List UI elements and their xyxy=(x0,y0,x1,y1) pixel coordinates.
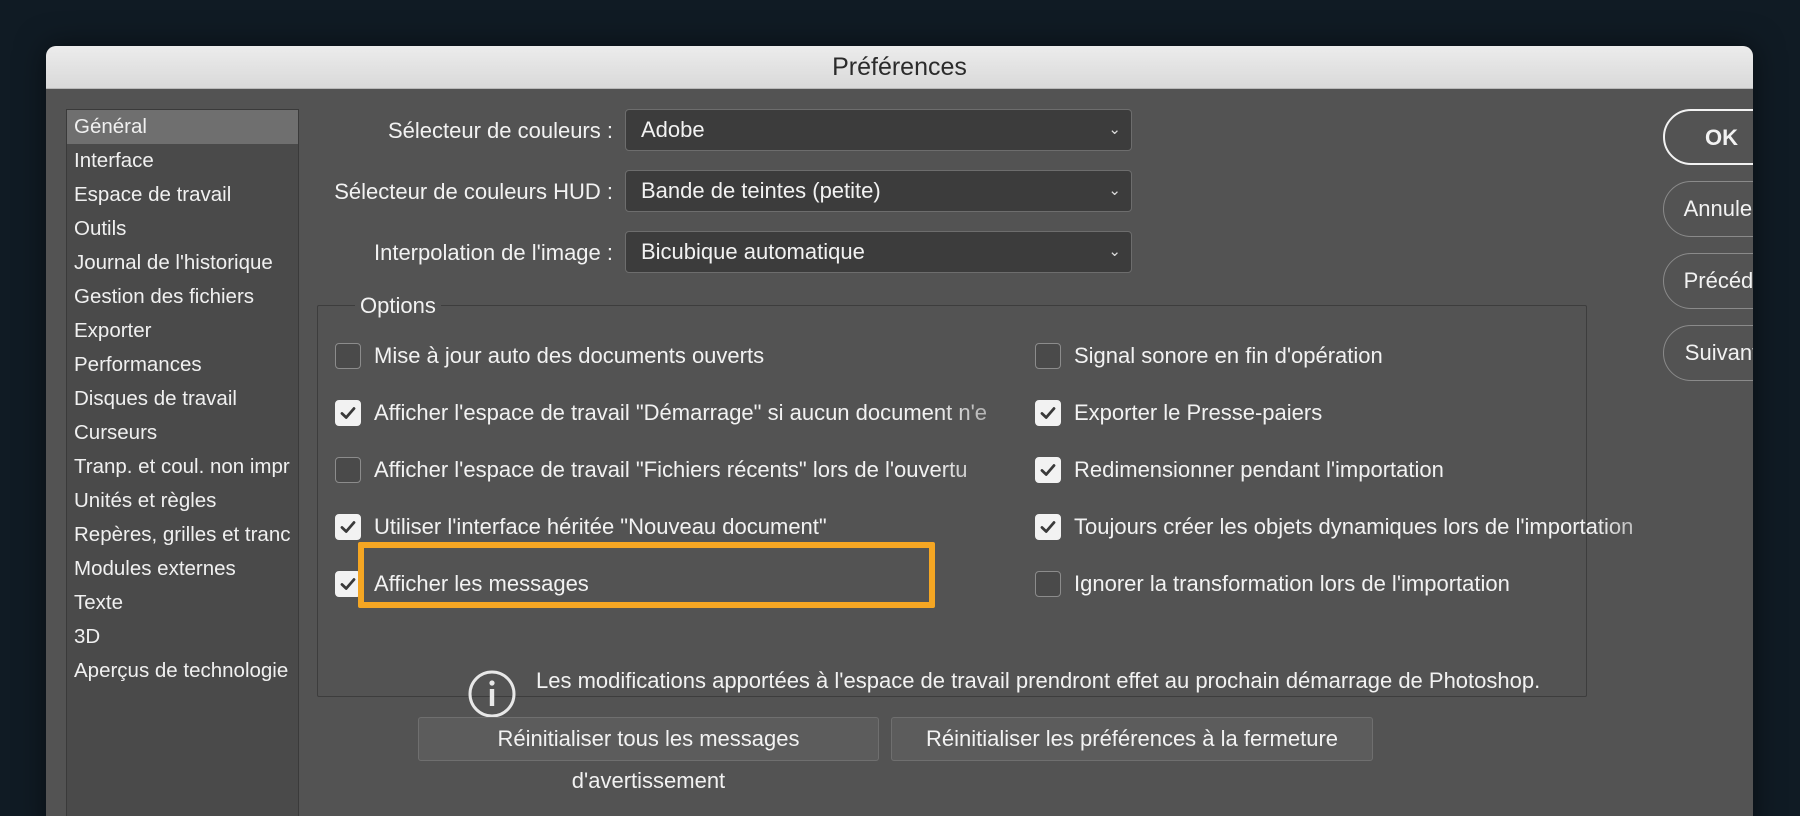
option-resize-during-place[interactable]: Redimensionner pendant l'importation xyxy=(1035,455,1635,485)
sidebar-item-units-rulers[interactable]: Unités et règles xyxy=(67,484,298,518)
option-always-create-smart-objects[interactable]: Toujours créer les objets dynamiques lor… xyxy=(1035,512,1715,542)
checkmark-icon xyxy=(1040,464,1056,476)
option-show-recent-files-workspace[interactable]: Afficher l'espace de travail "Fichiers r… xyxy=(335,455,1065,485)
sidebar-item-tools[interactable]: Outils xyxy=(67,212,298,246)
option-show-start-workspace[interactable]: Afficher l'espace de travail "Démarrage"… xyxy=(335,398,1065,428)
sidebar-item-scratch-disks[interactable]: Disques de travail xyxy=(67,382,298,416)
checkbox[interactable] xyxy=(1035,571,1061,597)
checkbox-checked[interactable] xyxy=(1035,400,1061,426)
sidebar-item-general[interactable]: Général xyxy=(67,110,298,144)
image-interpolation-value: Bicubique automatique xyxy=(641,239,865,264)
option-export-clipboard[interactable]: Exporter le Presse-paiers xyxy=(1035,398,1635,428)
color-picker-label: Sélecteur de couleurs : xyxy=(387,118,613,143)
sidebar: Général Interface Espace de travail Outi… xyxy=(66,109,299,816)
next-button[interactable]: Suivant xyxy=(1663,325,1753,381)
sidebar-item-workspace[interactable]: Espace de travail xyxy=(67,178,298,212)
sidebar-item-transparency-gamut[interactable]: Tranp. et coul. non impr xyxy=(67,450,298,484)
checkbox-checked[interactable] xyxy=(1035,457,1061,483)
info-note: Les modifications apportées à l'espace d… xyxy=(466,668,1540,720)
checkbox-checked[interactable] xyxy=(1035,514,1061,540)
previous-button[interactable]: Précéd. xyxy=(1663,253,1753,309)
sidebar-item-performance[interactable]: Performances xyxy=(67,348,298,382)
reset-preferences-button[interactable]: Réinitialiser les préférences à la ferme… xyxy=(891,717,1373,761)
option-auto-update-documents[interactable]: Mise à jour auto des documents ouverts xyxy=(335,341,935,371)
sidebar-item-technology-previews[interactable]: Aperçus de technologie xyxy=(67,654,298,688)
sidebar-item-plugins[interactable]: Modules externes xyxy=(67,552,298,586)
info-icon xyxy=(468,670,516,718)
preferences-window: Préférences Général Interface Espace de … xyxy=(46,46,1753,816)
checkmark-icon xyxy=(340,578,356,590)
sidebar-item-export[interactable]: Exporter xyxy=(67,314,298,348)
color-picker-select[interactable]: Adobe ⌄ xyxy=(625,109,1132,151)
checkbox-checked[interactable] xyxy=(335,514,361,540)
cancel-button[interactable]: Annuler xyxy=(1663,181,1753,237)
checkbox[interactable] xyxy=(335,343,361,369)
checkmark-icon xyxy=(1040,521,1056,533)
reset-warnings-button[interactable]: Réinitialiser tous les messages d'averti… xyxy=(418,717,879,793)
sidebar-item-file-handling[interactable]: Gestion des fichiers xyxy=(67,280,298,314)
color-picker-value: Adobe xyxy=(641,117,705,142)
checkmark-icon xyxy=(340,407,356,419)
sidebar-item-guides-grid-slices[interactable]: Repères, grilles et tranc xyxy=(67,518,298,552)
checkbox-checked[interactable] xyxy=(335,400,361,426)
ok-button[interactable]: OK xyxy=(1663,109,1753,165)
sidebar-item-interface[interactable]: Interface xyxy=(67,144,298,178)
checkmark-icon xyxy=(1040,407,1056,419)
chevron-down-icon: ⌄ xyxy=(1108,243,1121,260)
checkmark-icon xyxy=(340,521,356,533)
highlight-box xyxy=(358,542,935,608)
chevron-down-icon: ⌄ xyxy=(1108,182,1121,199)
sidebar-item-history-log[interactable]: Journal de l'historique xyxy=(67,246,298,280)
option-beep-when-done[interactable]: Signal sonore en fin d'opération xyxy=(1035,341,1635,371)
option-legacy-new-document[interactable]: Utiliser l'interface héritée "Nouveau do… xyxy=(335,512,935,542)
checkbox[interactable] xyxy=(1035,343,1061,369)
chevron-down-icon: ⌄ xyxy=(1108,121,1121,138)
hud-color-picker-value: Bande de teintes (petite) xyxy=(641,178,881,203)
sidebar-item-cursors[interactable]: Curseurs xyxy=(67,416,298,450)
hud-color-picker-label: Sélecteur de couleurs HUD : xyxy=(334,179,613,204)
options-group-title: Options xyxy=(355,293,441,319)
hud-color-picker-select[interactable]: Bande de teintes (petite) ⌄ xyxy=(625,170,1132,212)
sidebar-item-type[interactable]: Texte xyxy=(67,586,298,620)
checkbox[interactable] xyxy=(335,457,361,483)
info-message: Les modifications apportées à l'espace d… xyxy=(536,668,1541,693)
image-interpolation-label: Interpolation de l'image : xyxy=(373,240,613,265)
option-skip-transform-on-place[interactable]: Ignorer la transformation lors de l'impo… xyxy=(1035,569,1635,599)
window-title: Préférences xyxy=(46,46,1753,89)
sidebar-item-3d[interactable]: 3D xyxy=(67,620,298,654)
image-interpolation-select[interactable]: Bicubique automatique ⌄ xyxy=(625,231,1132,273)
